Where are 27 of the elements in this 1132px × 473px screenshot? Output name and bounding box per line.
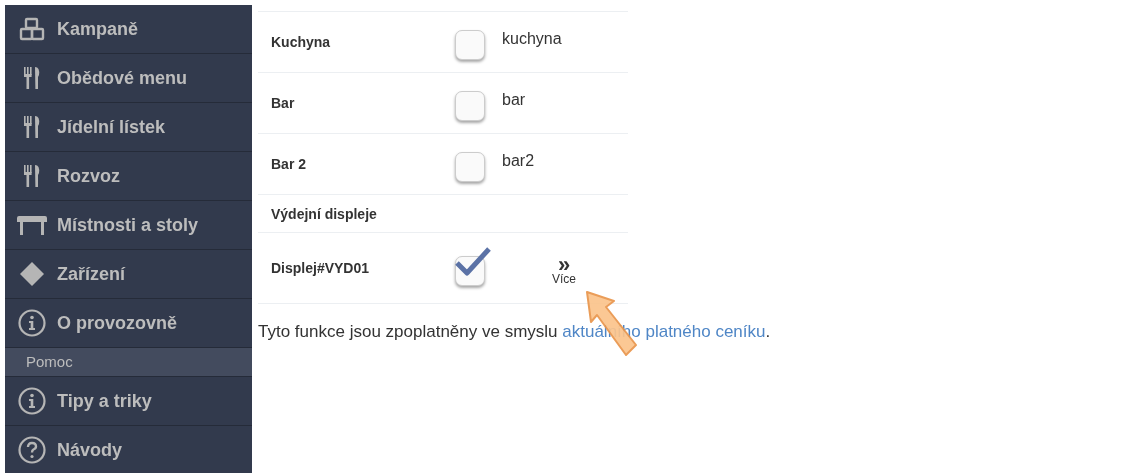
sidebar-item[interactable]: Kampaně [5, 5, 252, 54]
sidebar-item[interactable]: Tipy a triky [5, 377, 252, 426]
checkbox-label: bar [502, 91, 526, 109]
help-icon [18, 436, 46, 464]
sidebar-item[interactable]: Místnosti a stoly [5, 201, 252, 250]
sidebar-item[interactable]: Jídelní lístek [5, 103, 252, 152]
row-label: Kuchyna [271, 34, 332, 50]
sidebar-item[interactable]: Zařízení [5, 250, 252, 299]
more-link[interactable]: » Více [552, 257, 576, 285]
info-icon [18, 387, 46, 415]
row-label: Bar [271, 95, 296, 111]
cutlery-icon [23, 164, 41, 188]
sidebar-item[interactable]: Návody [5, 426, 252, 473]
sidebar-section-heading: Pomoc [5, 348, 252, 377]
cutlery-icon [23, 115, 41, 139]
info-icon [18, 309, 46, 337]
checkbox-label: bar2 [502, 152, 535, 170]
table-icon [17, 214, 47, 236]
boxes-icon [19, 17, 45, 41]
row-label: Výdejní displeje [271, 205, 378, 222]
cutlery-icon [23, 66, 41, 90]
checkbox-label: kuchyna [502, 30, 562, 48]
row-label: Bar 2 [271, 156, 308, 172]
diamond-icon [19, 261, 45, 287]
sidebar-item[interactable]: Rozvoz [5, 152, 252, 201]
sidebar-item[interactable]: Obědové menu [5, 54, 252, 103]
row-label: Displej#VYD01 [271, 260, 371, 276]
